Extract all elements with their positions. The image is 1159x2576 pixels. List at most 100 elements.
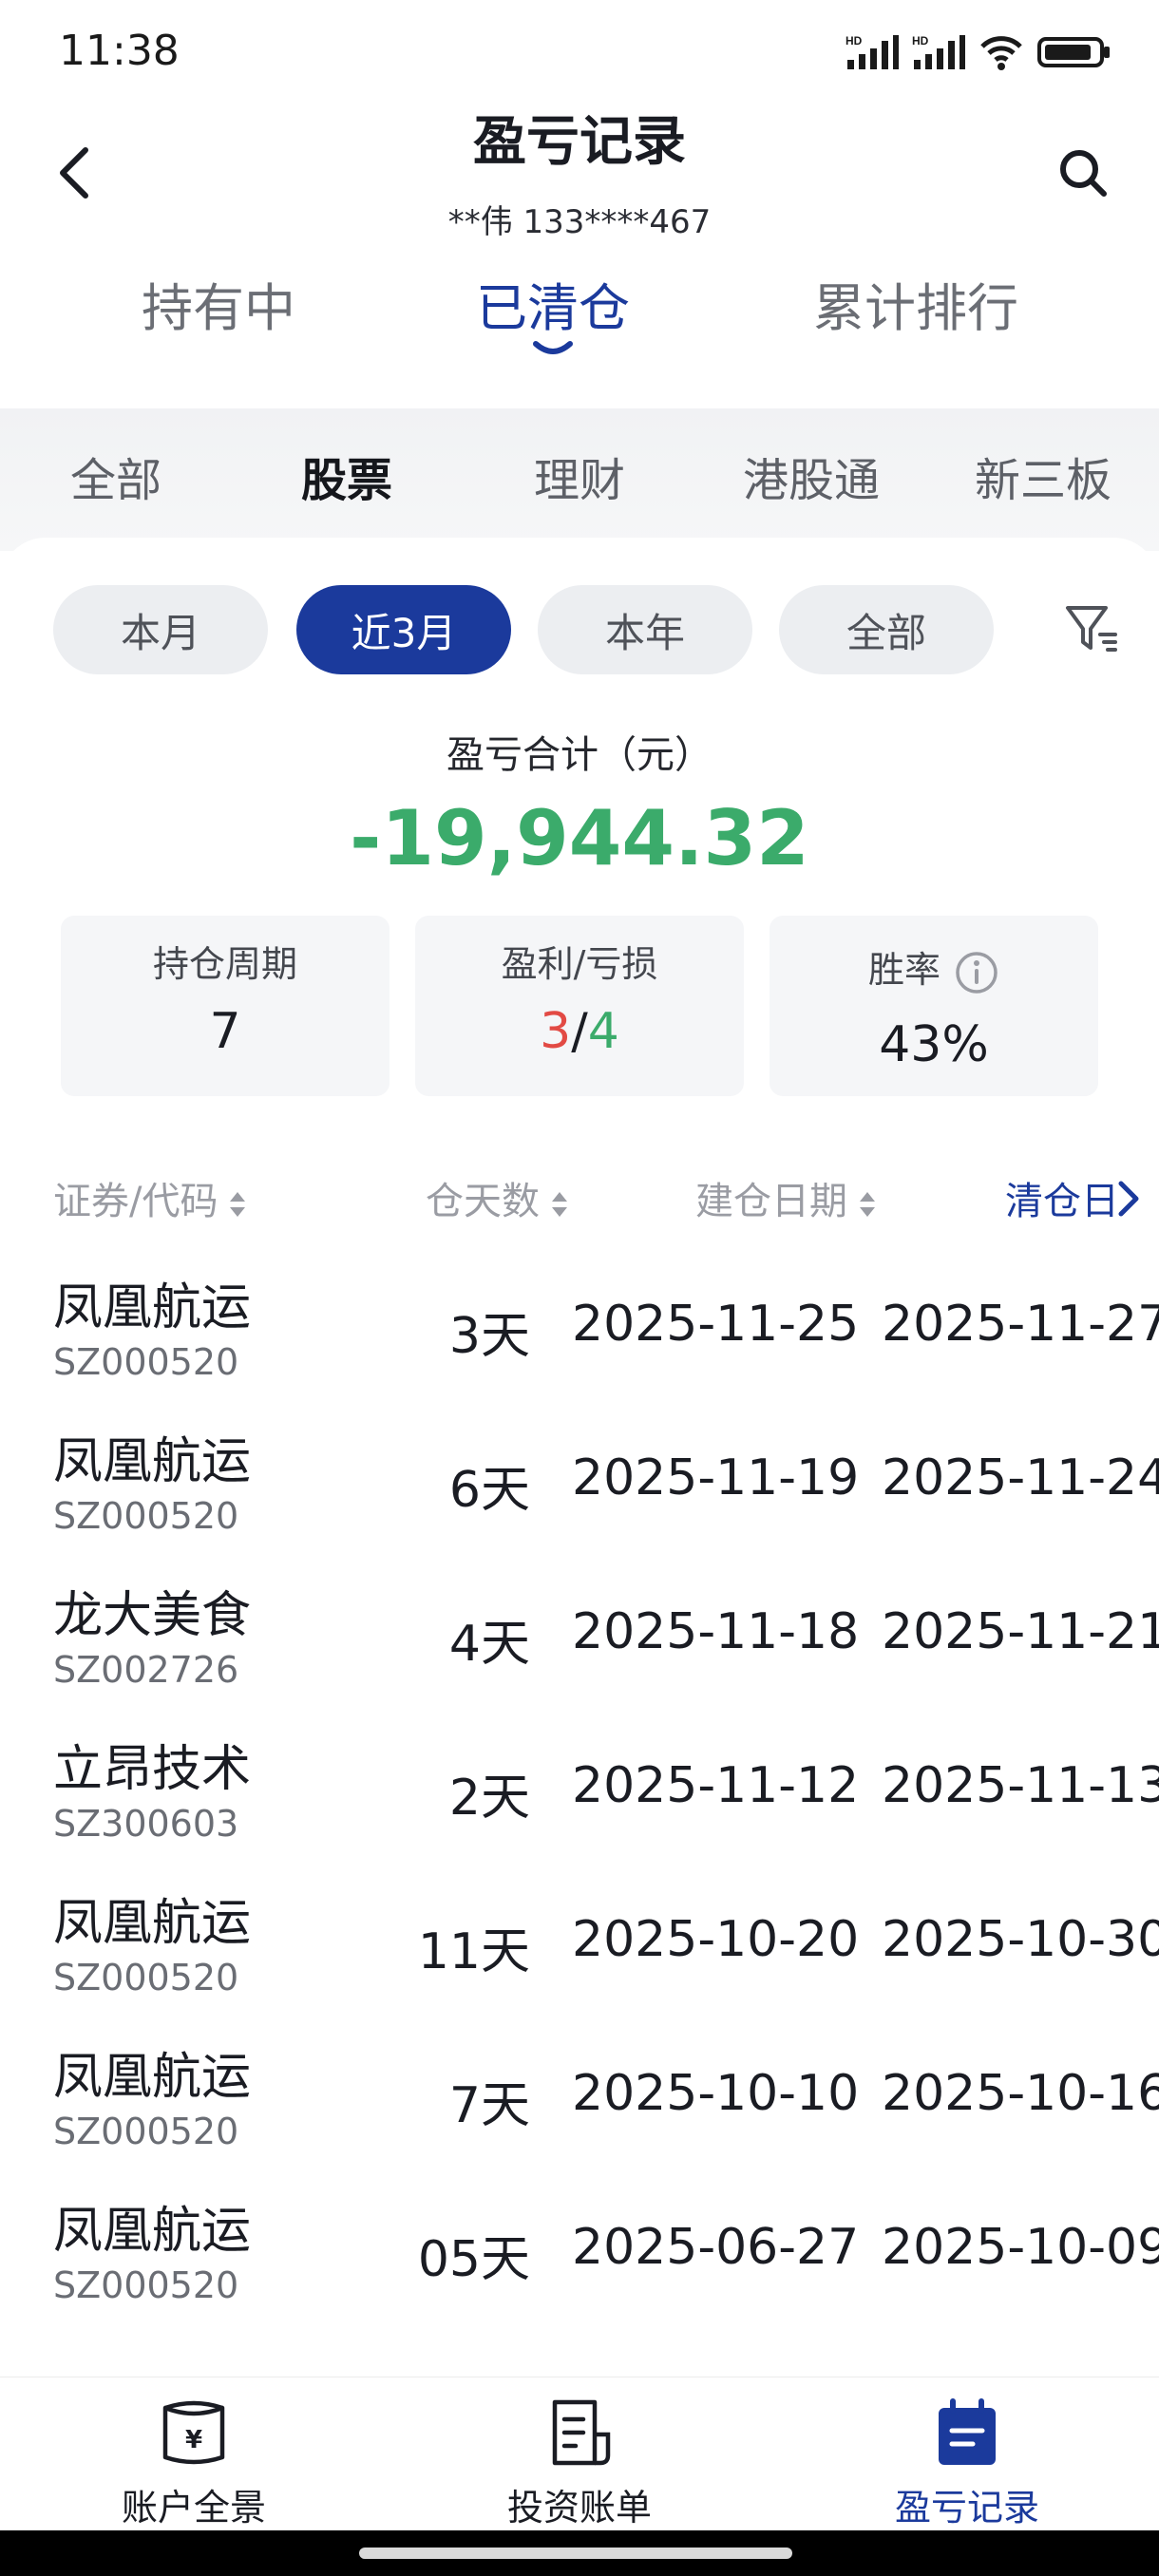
security-code: SZ300603 (53, 1803, 239, 1845)
stat-profit-loss: 盈利/亏损 3/4 (415, 916, 744, 1096)
holding-days: 2天 (448, 1770, 530, 1827)
info-icon[interactable] (954, 950, 999, 995)
signal-1-icon: HD (846, 34, 899, 69)
svg-text:¥: ¥ (185, 2426, 202, 2454)
svg-text:HD: HD (846, 34, 863, 47)
tab-ranking[interactable]: 累计排行 (773, 266, 1058, 341)
nav-label: 盈亏记录 (894, 2487, 1039, 2529)
period-chip-all[interactable]: 全部 (779, 585, 994, 674)
category-tab-hk-connect[interactable]: 港股通 (716, 443, 906, 509)
open-date: 2025-10-10 (572, 2065, 860, 2122)
security-code: SZ000520 (53, 1957, 239, 1998)
sort-icon (860, 1192, 875, 1217)
column-header-open-date[interactable]: 建仓日期 (695, 1170, 878, 1225)
total-label: 盈亏合计（元） (446, 733, 712, 777)
table-row[interactable]: 凤凰航运 SZ000520 11天 2025-10-20 2025-10-30 (0, 1869, 1159, 2023)
nav-label: 账户全景 (121, 2487, 266, 2529)
stat-period-value: 7 (209, 1003, 241, 1060)
close-date: 2025-10-30 (882, 1911, 1159, 1968)
stat-profit-loss-label: 盈利/亏损 (501, 943, 658, 985)
category-tab-stocks[interactable]: 股票 (252, 443, 442, 509)
sort-icon (552, 1192, 567, 1217)
stat-win-rate-label: 胜率 (867, 949, 940, 991)
column-header-close-date[interactable]: 清仓日 (1005, 1170, 1119, 1225)
column-header-days-label: 仓天数 (426, 1180, 540, 1223)
holding-days: 4天 (448, 1616, 530, 1673)
open-date: 2025-11-19 (572, 1449, 860, 1506)
close-date: 2025-11-21 (882, 1603, 1159, 1660)
search-icon (1060, 150, 1107, 197)
table-row[interactable]: 凤凰航运 SZ000520 6天 2025-11-19 2025-11-24 (0, 1408, 1159, 1562)
period-chip-this-year[interactable]: 本年 (538, 585, 752, 674)
table-row[interactable]: 龙大美食 SZ002726 4天 2025-11-18 2025-11-21 (0, 1562, 1159, 1715)
home-indicator[interactable] (359, 2548, 792, 2559)
security-code: SZ000520 (53, 2264, 239, 2306)
chevron-right-icon[interactable] (1115, 1178, 1144, 1220)
active-tab-indicator (533, 341, 573, 354)
bottom-nav: ¥ 账户全景 投资账单 盈亏记录 (0, 2377, 1159, 2529)
security-name: 立昂技术 (53, 1741, 252, 1798)
open-date: 2025-11-25 (572, 1296, 860, 1353)
close-date: 2025-11-24 (882, 1449, 1159, 1506)
stat-period-label: 持仓周期 (152, 943, 297, 985)
account-subtitle: **伟 133****467 (447, 203, 712, 241)
search-button[interactable] (1045, 135, 1121, 211)
loss-count: 4 (587, 1003, 619, 1060)
security-name: 凤凰航运 (53, 1279, 252, 1336)
status-icons: HD HD (846, 28, 1112, 76)
signal-2-icon: HD (912, 34, 965, 69)
table-row[interactable]: 凤凰航运 SZ000520 05天 2025-06-27 2025-10-09 (0, 2177, 1159, 2331)
holding-days: 7天 (448, 2077, 530, 2134)
profit-count: 3 (540, 1003, 572, 1060)
battery-icon (1037, 37, 1110, 67)
stat-win-rate-value: 43% (879, 1016, 989, 1073)
open-date: 2025-11-18 (572, 1603, 860, 1660)
period-chip-3-months[interactable]: 近3月 (296, 585, 511, 674)
holding-days: 6天 (448, 1462, 530, 1519)
column-header-security[interactable]: 证券/代码 (53, 1170, 248, 1225)
page-title: 盈亏记录 (473, 111, 686, 173)
stat-win-rate-header: 胜率 (770, 940, 1098, 995)
profit-loss-separator: / (571, 1003, 588, 1060)
total-value: -19,944.32 (350, 794, 809, 882)
nav-account-overview[interactable]: ¥ 账户全景 (51, 2396, 336, 2530)
period-chip-this-month[interactable]: 本月 (53, 585, 268, 674)
status-bar: 11:38 HD HD (0, 0, 1159, 104)
nav-label: 投资账单 (506, 2487, 652, 2529)
tab-holding[interactable]: 持有中 (76, 266, 361, 341)
table-row[interactable]: 凤凰航运 SZ000520 3天 2025-11-25 2025-11-27 (0, 1254, 1159, 1408)
category-tab-wealth[interactable]: 理财 (484, 443, 674, 509)
category-tab-neeq[interactable]: 新三板 (948, 443, 1138, 509)
nav-investment-bill[interactable]: 投资账单 (437, 2396, 722, 2530)
table-row[interactable]: 立昂技术 SZ300603 2天 2025-11-12 2025-11-13 (0, 1715, 1159, 1869)
security-code: SZ000520 (53, 1341, 239, 1383)
close-date: 2025-11-27 (882, 1296, 1159, 1353)
wifi-icon (980, 36, 1022, 70)
open-date: 2025-06-27 (572, 2219, 860, 2276)
close-date: 2025-10-16 (882, 2065, 1159, 2122)
category-tabs: 全部 股票 理财 港股通 新三板 (0, 408, 1159, 551)
filter-icon[interactable] (1062, 600, 1119, 657)
stat-profit-loss-value: 3/4 (415, 1003, 744, 1060)
table-row[interactable]: 凤凰航运 SZ000520 7天 2025-10-10 2025-10-16 (0, 2023, 1159, 2177)
security-code: SZ002726 (53, 1649, 239, 1691)
close-date: 2025-11-13 (882, 1757, 1159, 1814)
column-header-security-label: 证券/代码 (53, 1180, 218, 1223)
security-name: 凤凰航运 (53, 1433, 252, 1490)
tab-cleared[interactable]: 已清仓 (410, 266, 695, 341)
close-date: 2025-10-09 (882, 2219, 1159, 2276)
column-header-days[interactable]: 仓天数 (426, 1170, 570, 1225)
security-code: SZ000520 (53, 1495, 239, 1537)
status-time: 11:38 (59, 27, 180, 75)
sort-icon (230, 1192, 246, 1217)
security-name: 凤凰航运 (53, 1895, 252, 1952)
security-name: 凤凰航运 (53, 2049, 252, 2106)
category-tab-all[interactable]: 全部 (21, 443, 211, 509)
main-tabs: 持有中 已清仓 累计排行 (0, 266, 1159, 370)
header: 盈亏记录 **伟 133****467 (0, 95, 1159, 256)
nav-pnl-record[interactable]: 盈亏记录 (825, 2396, 1110, 2530)
gesture-bar (0, 2530, 1159, 2576)
open-date: 2025-11-12 (572, 1757, 860, 1814)
svg-text:HD: HD (912, 34, 929, 47)
column-header-open-date-label: 建仓日期 (695, 1180, 847, 1223)
